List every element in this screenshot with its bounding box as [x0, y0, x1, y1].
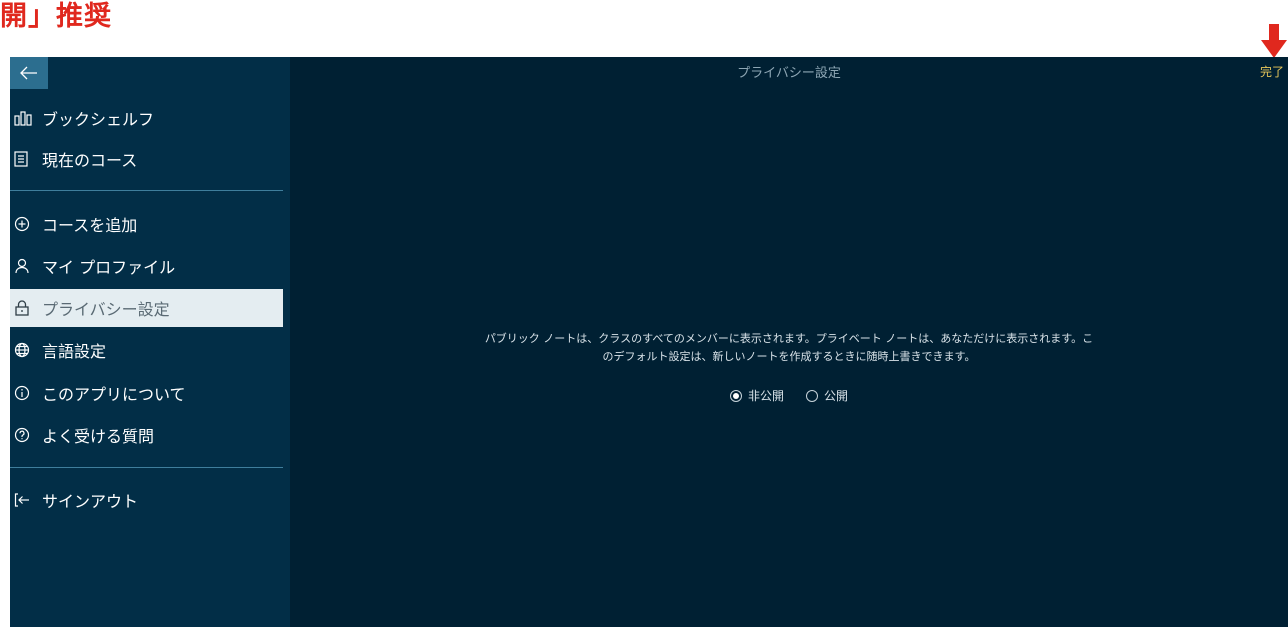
- sidebar-item-privacy[interactable]: プライバシー設定: [10, 289, 283, 327]
- description-line-1: パブリック ノートは、クラスのすべてのメンバーに表示されます。プライベート ノー…: [484, 332, 1094, 345]
- sign-out-icon: [14, 492, 40, 508]
- globe-icon: [14, 342, 40, 358]
- sidebar-item-add-course[interactable]: コースを追加: [10, 205, 283, 243]
- sidebar-item-bookshelf[interactable]: ブックシェルフ: [10, 99, 283, 137]
- bookshelf-icon: [14, 110, 40, 126]
- main-panel: プライバシー設定 完了 パブリック ノートは、クラスのすべてのメンバーに表示され…: [290, 57, 1288, 627]
- privacy-radio-group: 非公開 公開: [290, 387, 1288, 404]
- radio-label: 非公開: [747, 389, 784, 403]
- back-arrow-icon: [20, 66, 37, 80]
- sidebar-item-label: ブックシェルフ: [42, 110, 155, 129]
- radio-checked-icon: [729, 389, 742, 402]
- sidebar-item-label: コースを追加: [42, 216, 138, 235]
- info-icon: [14, 385, 40, 401]
- sidebar-item-current-course[interactable]: 現在のコース: [10, 140, 283, 178]
- add-circle-icon: [14, 216, 40, 232]
- radio-label: 公開: [824, 389, 849, 403]
- annotation-heading: 開」推奨: [0, 1, 112, 32]
- sidebar-item-faq[interactable]: よく受ける質問: [10, 416, 283, 454]
- sidebar-item-label: このアプリについて: [42, 385, 186, 404]
- person-icon: [14, 258, 40, 274]
- sidebar-divider: [10, 467, 283, 468]
- sidebar-item-label: プライバシー設定: [42, 300, 170, 319]
- description-line-2: のデフォルト設定は、新しいノートを作成するときに随時上書きできます。: [602, 350, 976, 363]
- app-window: ブックシェルフ 現在のコース コースを追加 マイ プロファイル プライバシー設定…: [10, 57, 1288, 627]
- lock-icon: [14, 300, 40, 316]
- sidebar-item-about[interactable]: このアプリについて: [10, 374, 283, 412]
- sidebar-item-language[interactable]: 言語設定: [10, 331, 283, 369]
- help-icon: [14, 427, 40, 443]
- sidebar-item-label: サインアウト: [42, 492, 139, 511]
- sidebar-divider: [10, 190, 283, 191]
- sidebar: ブックシェルフ 現在のコース コースを追加 マイ プロファイル プライバシー設定…: [10, 57, 290, 627]
- sidebar-item-label: 言語設定: [42, 342, 107, 361]
- sidebar-item-label: 現在のコース: [42, 151, 138, 170]
- page-title: プライバシー設定: [737, 66, 841, 81]
- done-button[interactable]: 完了: [1260, 63, 1284, 80]
- radio-private[interactable]: 非公開: [729, 387, 784, 404]
- document-icon: [14, 151, 40, 167]
- sidebar-item-label: マイ プロファイル: [42, 258, 176, 277]
- radio-unchecked-icon: [806, 389, 818, 402]
- sidebar-item-my-profile[interactable]: マイ プロファイル: [10, 247, 283, 285]
- sidebar-item-sign-out[interactable]: サインアウト: [10, 481, 283, 519]
- radio-public[interactable]: 公開: [806, 387, 848, 404]
- privacy-description: パブリック ノートは、クラスのすべてのメンバーに表示されます。プライベート ノー…: [290, 330, 1288, 366]
- annotation-arrow-icon: [1261, 24, 1287, 58]
- sidebar-item-label: よく受ける質問: [42, 427, 155, 446]
- back-button[interactable]: [10, 57, 48, 89]
